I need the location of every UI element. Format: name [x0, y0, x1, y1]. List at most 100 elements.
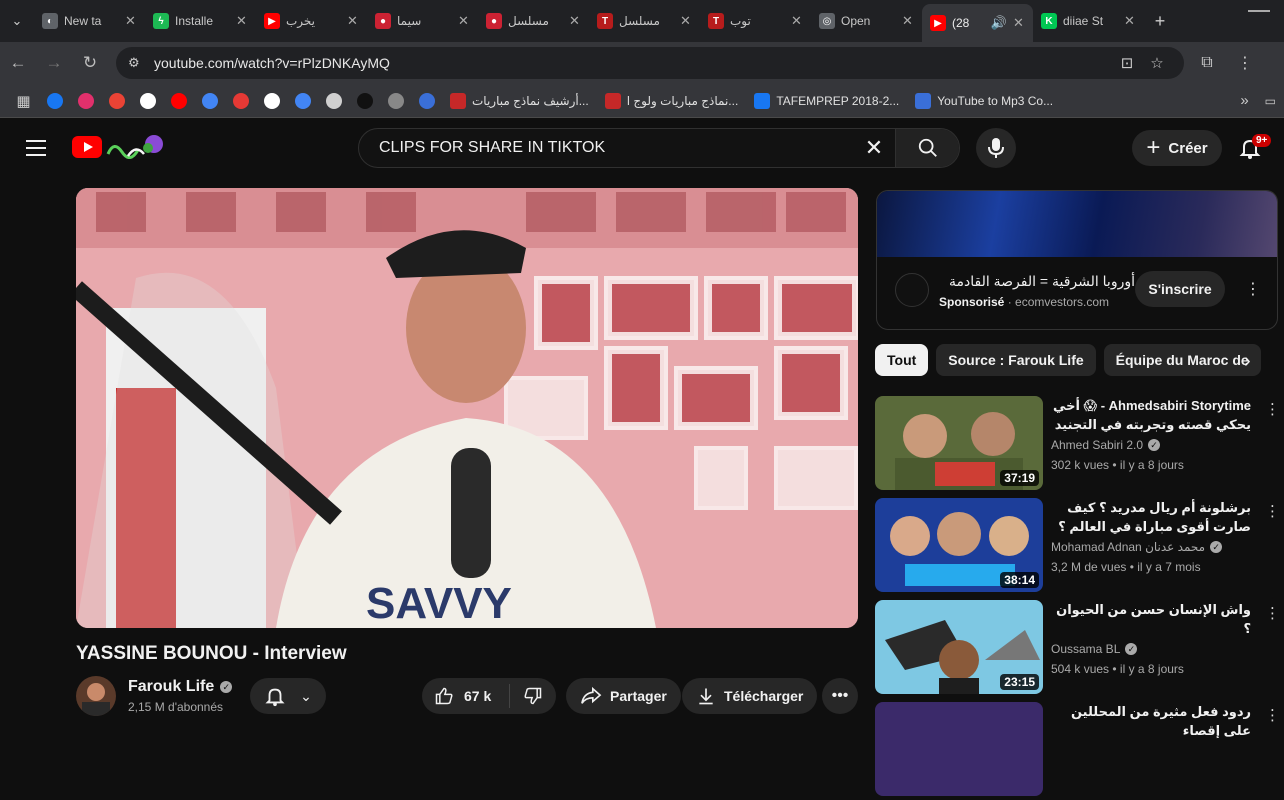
video-thumbnail[interactable]: 37:19	[875, 396, 1043, 490]
video-title[interactable]: برشلونة أم ريال مدريد ؟ كيف صارت أقوى مب…	[1051, 498, 1251, 538]
browser-menu-icon[interactable]: ⋮	[1230, 53, 1260, 73]
tab-close-icon[interactable]: ✕	[125, 13, 137, 29]
recommended-video[interactable]: ردود فعل مثيرة من المحللين على إقصاء ⋮	[875, 702, 1284, 800]
browser-tab[interactable]: Kdiiae St ✕	[1033, 5, 1144, 37]
bookmark-item[interactable]: TAFEMPREP 2018-2...	[746, 92, 907, 109]
ad-banner-image[interactable]	[877, 191, 1277, 257]
filter-chip[interactable]: Source : Farouk Life	[936, 344, 1096, 376]
browser-tab[interactable]: ● سيما ✕	[367, 5, 478, 37]
video-title[interactable]: ردود فعل مثيرة من المحللين على إقصاء	[1051, 702, 1251, 740]
channel-name[interactable]: Oussama BL	[1051, 642, 1120, 656]
tab-close-icon[interactable]: ✕	[680, 13, 692, 29]
tab-close-icon[interactable]: ✕	[791, 13, 803, 29]
clear-search-icon[interactable]: ✕	[853, 135, 895, 161]
guide-menu-icon[interactable]	[26, 140, 46, 161]
video-thumbnail[interactable]: 38:14	[875, 498, 1043, 592]
search-button[interactable]	[895, 129, 959, 167]
search-input[interactable]: CLIPS FOR SHARE IN TIKTOK	[359, 139, 853, 157]
extensions-puzzle-icon[interactable]: ⧉	[1184, 54, 1230, 72]
share-button[interactable]: Partager	[566, 678, 681, 714]
bookmark-favicon-icon[interactable]	[225, 84, 256, 118]
video-thumbnail[interactable]	[875, 702, 1043, 796]
browser-tab[interactable]: ▶ (28 🔊 ✕	[922, 4, 1033, 42]
tab-search-chevron-icon[interactable]: ⌄	[0, 5, 34, 37]
bookmark-favicon-icon[interactable]	[163, 84, 194, 118]
browser-tab[interactable]: ◎ Open ✕	[811, 5, 922, 37]
recommended-video[interactable]: 37:19 Ahmedsabiri Storytime - 😱 أخي يحكي …	[875, 396, 1284, 494]
channel-name-row[interactable]: Oussama BL ✓	[1051, 642, 1138, 656]
tab-close-icon[interactable]: ✕	[1013, 15, 1025, 31]
advertiser-logo[interactable]	[895, 273, 929, 307]
browser-tab[interactable]: ● مسلسل ✕	[478, 5, 589, 37]
chips-next-arrow-icon[interactable]: ›	[1244, 350, 1251, 373]
bookmark-star-icon[interactable]: ☆	[1142, 54, 1172, 72]
url-text[interactable]: youtube.com/watch?v=rPlzDNKAyMQ	[154, 55, 1112, 71]
bookmark-favicon-icon[interactable]	[194, 84, 225, 118]
all-bookmarks-folder-icon[interactable]: ▭	[1257, 94, 1284, 108]
site-info-tune-icon[interactable]: ⚙	[128, 55, 154, 71]
bookmarks-overflow-chevron-icon[interactable]: »	[1232, 92, 1256, 109]
bookmark-favicon-icon[interactable]	[70, 84, 101, 118]
back-arrow-icon[interactable]: ←	[0, 53, 36, 73]
bookmark-favicon-icon[interactable]	[411, 84, 442, 118]
voice-search-button[interactable]	[976, 128, 1016, 168]
tab-close-icon[interactable]: ✕	[1124, 13, 1136, 29]
minimize-window-icon[interactable]	[1248, 10, 1270, 12]
browser-tab[interactable]: ϟ Installe ✕	[145, 5, 256, 37]
ad-menu-icon[interactable]: ⋮	[1245, 279, 1261, 299]
reload-icon[interactable]: ↻	[72, 53, 108, 73]
video-menu-icon[interactable]: ⋮	[1265, 400, 1280, 418]
like-button[interactable]: 67 k	[422, 684, 510, 708]
recommended-video[interactable]: 38:14 برشلونة أم ريال مدريد ؟ كيف صارت أق…	[875, 498, 1284, 596]
bookmark-item[interactable]: نماذج مباريات ولوج ا...	[597, 92, 747, 109]
create-button[interactable]: + Créer	[1132, 130, 1222, 166]
bookmark-favicon-icon[interactable]	[287, 84, 318, 118]
tab-close-icon[interactable]: ✕	[236, 13, 248, 29]
omnibox[interactable]: ⚙ youtube.com/watch?v=rPlzDNKAyMQ ⊡ ☆	[116, 47, 1184, 79]
channel-name-row[interactable]: Ahmed Sabiri 2.0 ✓	[1051, 438, 1161, 452]
video-menu-icon[interactable]: ⋮	[1265, 706, 1280, 724]
bookmark-item[interactable]: أرشيف نماذج مباريات...	[442, 92, 597, 109]
tab-close-icon[interactable]: ✕	[902, 13, 914, 29]
sponsored-ad-card[interactable]: أوروبا الشرقية = الفرصة القادمة Sponsori…	[876, 190, 1278, 330]
more-actions-icon[interactable]: •••	[822, 678, 858, 714]
dislike-button[interactable]	[510, 686, 556, 706]
tab-close-icon[interactable]: ✕	[458, 13, 470, 29]
new-tab-plus-icon[interactable]: +	[1144, 11, 1176, 32]
video-menu-icon[interactable]: ⋮	[1265, 502, 1280, 520]
filter-chip[interactable]: Équipe du Maroc de	[1103, 344, 1261, 376]
ad-subscribe-button[interactable]: S'inscrire	[1135, 271, 1225, 307]
video-title[interactable]: Ahmedsabiri Storytime - 😱 أخي يحكي قصته …	[1051, 396, 1251, 436]
channel-name[interactable]: Farouk Life	[128, 678, 214, 696]
browser-tab[interactable]: T توب ✕	[700, 5, 811, 37]
bookmark-favicon-icon[interactable]	[349, 84, 380, 118]
browser-tab[interactable]: T مسلسل ✕	[589, 5, 700, 37]
bookmark-favicon-icon[interactable]	[380, 84, 411, 118]
channel-name[interactable]: Mohamad Adnan محمد عدنان	[1051, 540, 1205, 554]
channel-name-row[interactable]: Farouk Life ✓	[128, 678, 233, 696]
channel-name[interactable]: Ahmed Sabiri 2.0	[1051, 438, 1143, 452]
install-app-icon[interactable]: ⊡	[1112, 54, 1142, 72]
channel-name-row[interactable]: Mohamad Adnan محمد عدنان ✓	[1051, 540, 1223, 554]
youtube-doodle-logo[interactable]	[104, 130, 164, 164]
subscription-bell-button[interactable]: ⌄	[250, 678, 326, 714]
forward-arrow-icon[interactable]: →	[36, 53, 72, 73]
bookmark-favicon-icon[interactable]	[39, 84, 70, 118]
video-player[interactable]: SAVVY	[76, 188, 858, 628]
bookmark-favicon-icon[interactable]	[256, 84, 287, 118]
bookmark-favicon-icon[interactable]	[101, 84, 132, 118]
browser-tab[interactable]: ▶ يخرب ✕	[256, 5, 367, 37]
download-button[interactable]: Télécharger	[682, 678, 818, 714]
bookmark-favicon-icon[interactable]	[318, 84, 349, 118]
channel-avatar[interactable]	[76, 676, 116, 716]
recommended-video[interactable]: 23:15 واش الإنسان حسن من الحيوان ؟ Oussama…	[875, 600, 1284, 698]
video-thumbnail[interactable]: 23:15	[875, 600, 1043, 694]
apps-grid-icon[interactable]: ▦	[8, 84, 39, 118]
tab-audio-icon[interactable]: 🔊	[991, 15, 1007, 31]
video-menu-icon[interactable]: ⋮	[1265, 604, 1280, 622]
video-title[interactable]: واش الإنسان حسن من الحيوان ؟	[1051, 600, 1251, 638]
filter-chip[interactable]: Tout	[875, 344, 929, 376]
tab-close-icon[interactable]: ✕	[569, 13, 581, 29]
ad-title[interactable]: أوروبا الشرقية = الفرصة القادمة	[939, 273, 1135, 290]
tab-close-icon[interactable]: ✕	[347, 13, 359, 29]
